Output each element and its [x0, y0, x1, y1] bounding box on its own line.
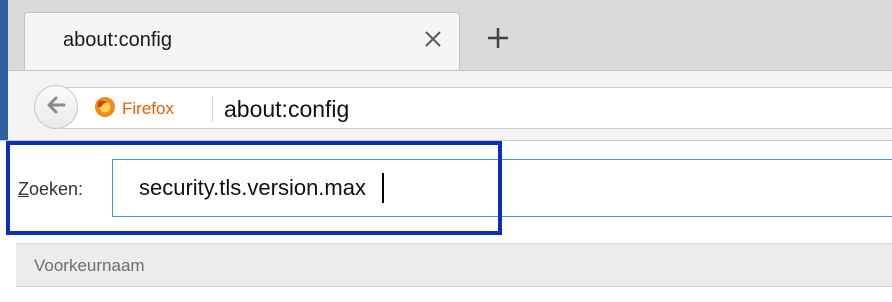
search-label-text: oeken: [29, 179, 84, 199]
window-edge-accent [0, 0, 8, 140]
back-button[interactable] [34, 85, 78, 129]
identity-box[interactable]: Firefox [94, 96, 174, 123]
close-icon[interactable] [419, 25, 447, 53]
identity-label: Firefox [122, 99, 174, 118]
tab-strip: about:config [0, 0, 892, 70]
firefox-logo-icon [94, 96, 116, 123]
identity-separator [212, 96, 213, 122]
plus-icon[interactable] [482, 22, 514, 54]
config-content: Zoeken: Voorkeurnaam [0, 140, 892, 302]
navigation-bar: Firefox about:config [0, 70, 892, 140]
search-label-accesskey: Z [18, 179, 29, 199]
column-header-row: Voorkeurnaam [16, 243, 892, 287]
tab-about-config[interactable]: about:config [24, 12, 460, 70]
back-arrow-icon [45, 94, 67, 121]
search-input[interactable] [112, 159, 892, 217]
tab-title: about:config [63, 29, 172, 51]
url-text[interactable]: about:config [224, 96, 349, 123]
column-header-preference-name[interactable]: Voorkeurnaam [34, 256, 145, 276]
search-label: Zoeken: [18, 179, 83, 200]
text-caret [382, 173, 384, 203]
url-bar[interactable]: Firefox about:config [62, 87, 892, 129]
